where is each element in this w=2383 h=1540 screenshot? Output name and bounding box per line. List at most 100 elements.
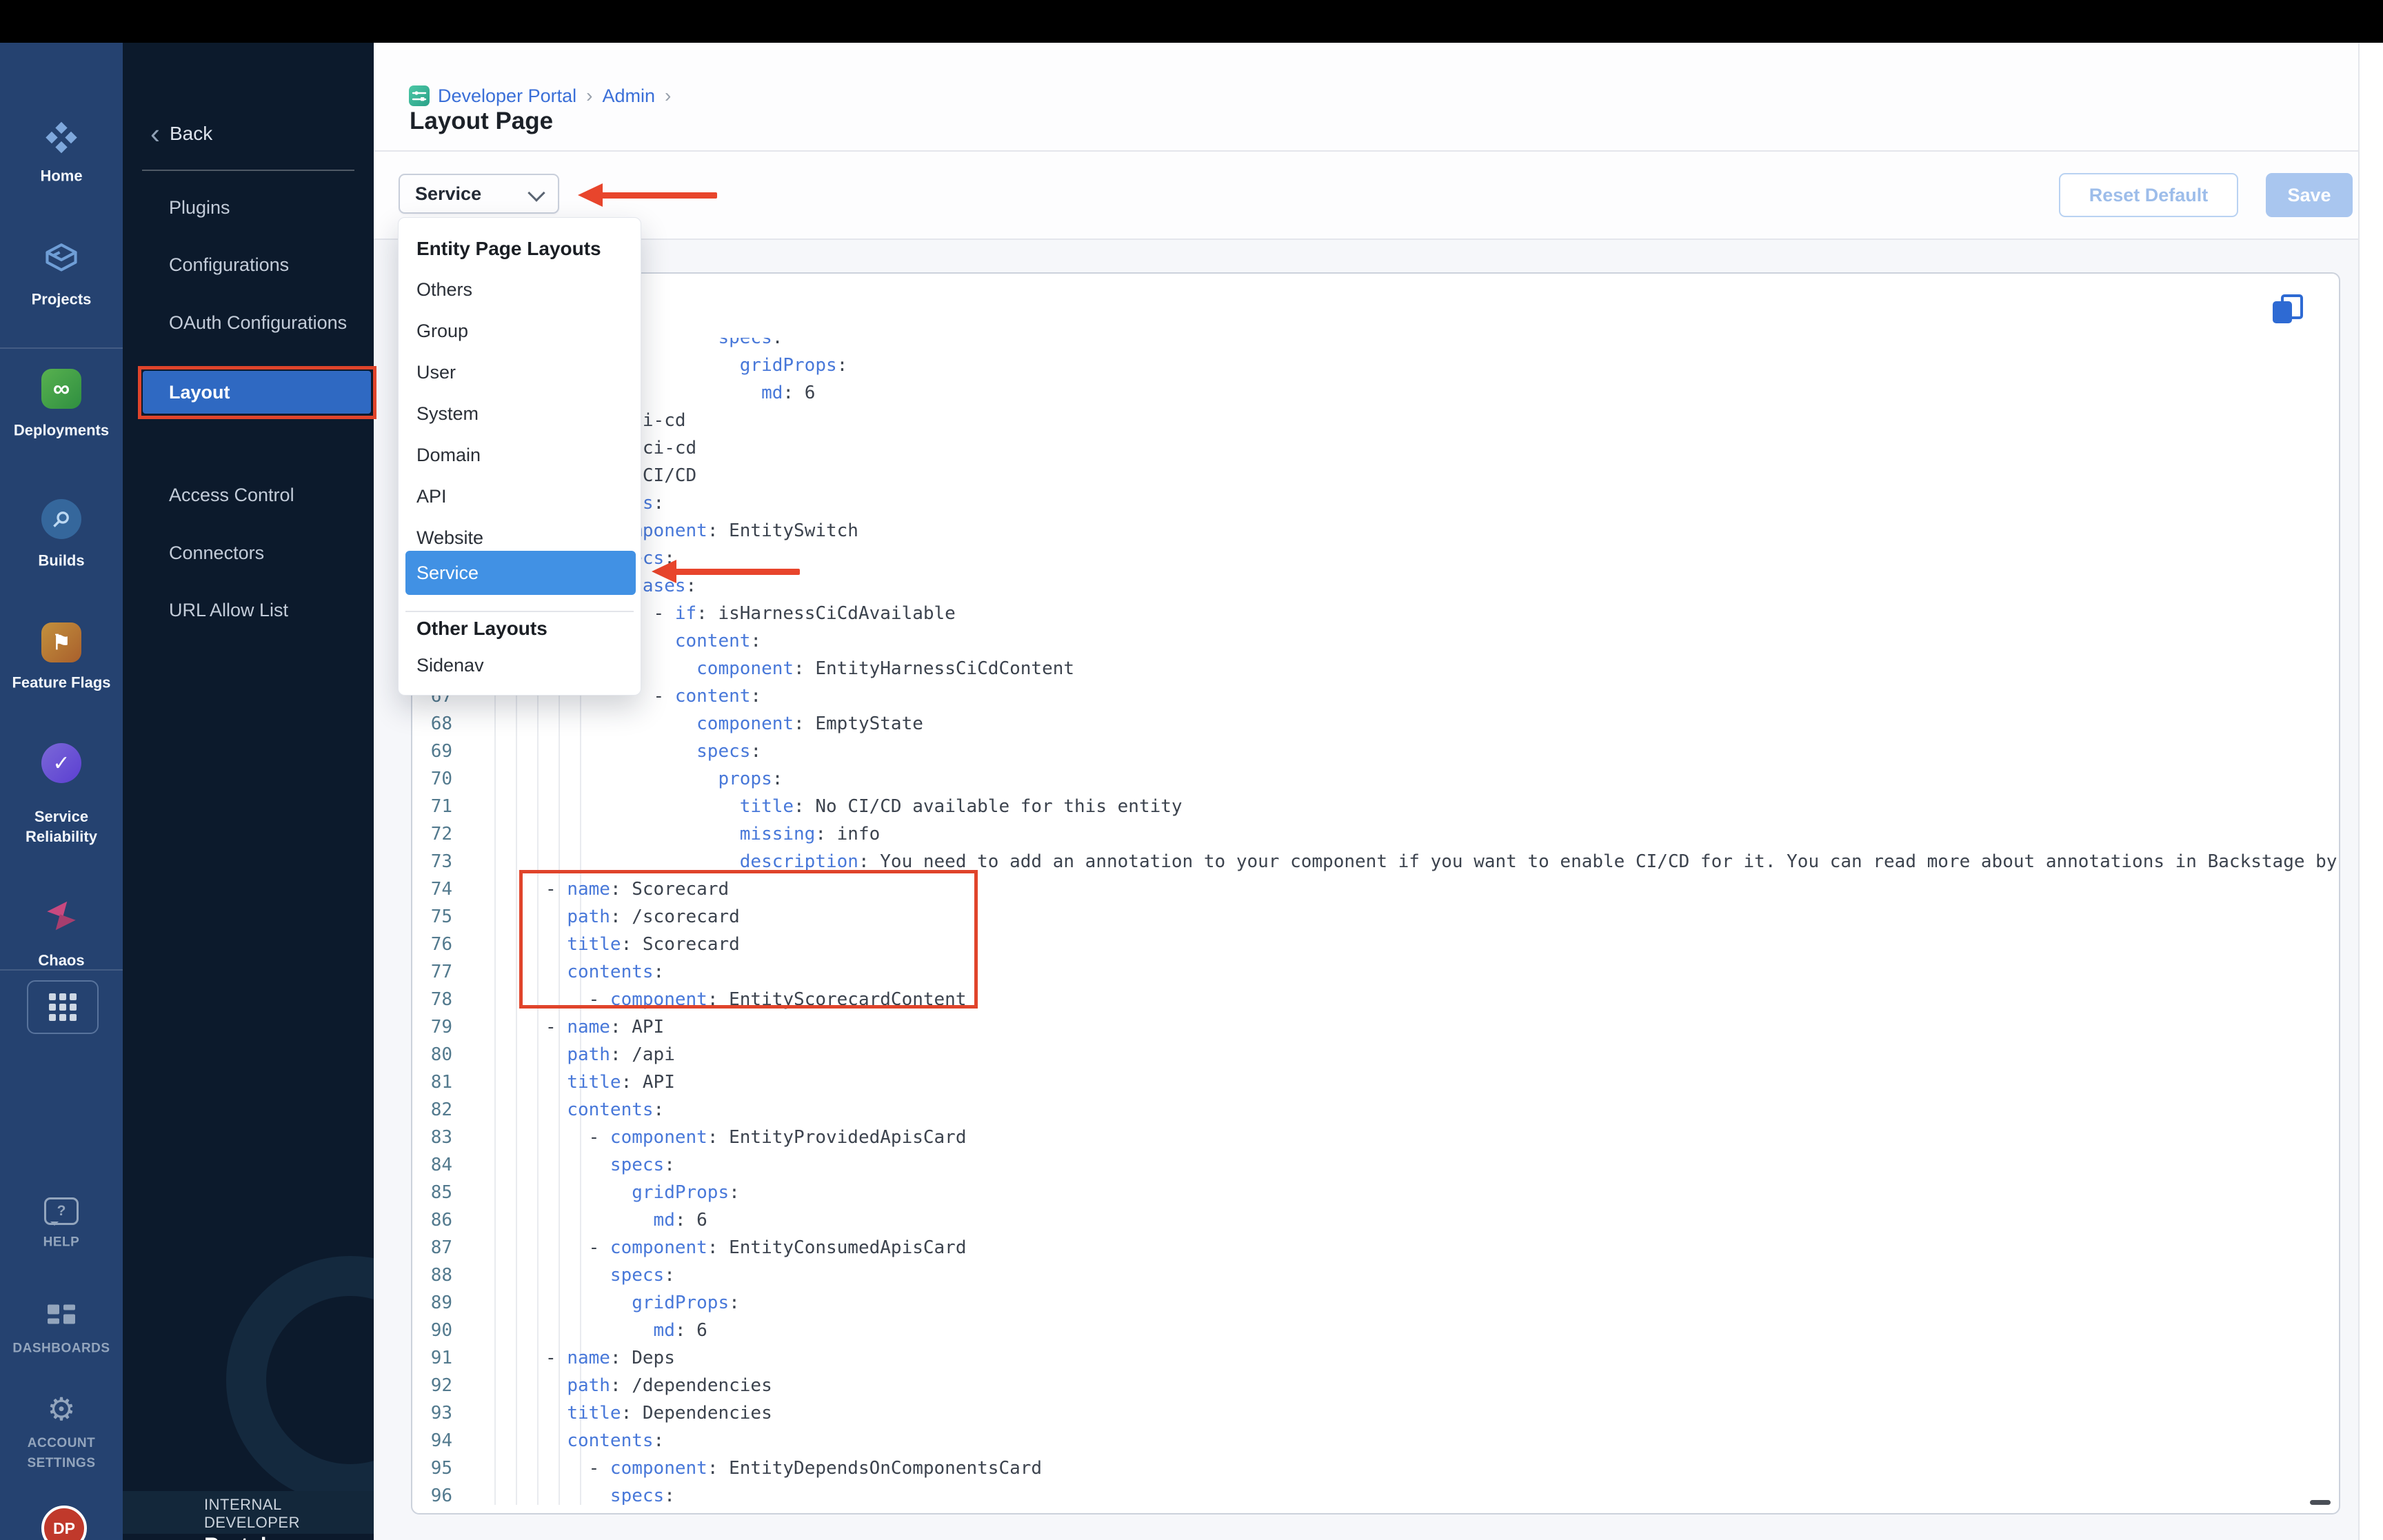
breadcrumb-developer-portal[interactable]: Developer Portal	[438, 85, 576, 107]
code-line: 80 path: /api	[430, 1044, 675, 1065]
builds-icon	[41, 499, 81, 539]
code-line: 66 component: EntityHarnessCiCdContent	[431, 658, 1075, 679]
code-line: 58 path: /ci-cd	[431, 438, 697, 458]
sidebar-item-configurations[interactable]: Configurations	[123, 236, 374, 294]
save-button[interactable]: Save	[2266, 173, 2353, 217]
code-line: 96 specs:	[430, 1486, 675, 1505]
user-avatar[interactable]: DP	[41, 1506, 87, 1540]
back-button[interactable]: ‹ Back	[150, 117, 212, 150]
module-rail: Home Projects ∞ Deployments Builds ⚑ Fea…	[0, 43, 123, 1540]
entity-type-select[interactable]: Service	[399, 174, 559, 214]
deployments-icon: ∞	[41, 369, 81, 409]
annotation-arrow-menu	[652, 560, 676, 583]
editor-hscrollbar-thumb[interactable]	[2310, 1500, 2331, 1505]
code-line: 82 contents:	[430, 1100, 665, 1120]
code-line: 69 specs:	[430, 741, 762, 762]
reset-default-button[interactable]: Reset Default	[2059, 173, 2238, 217]
code-line: 90 md: 6	[430, 1320, 707, 1341]
code-line: 67 - content:	[430, 686, 762, 707]
code-line: 59 title: CI/CD	[431, 465, 697, 486]
code-line: 92 path: /dependencies	[430, 1375, 772, 1396]
menu-item-user[interactable]: User	[399, 352, 641, 393]
rail-divider	[0, 347, 123, 349]
code-line: 61 - component: EntitySwitch	[431, 520, 858, 541]
menu-group-other-layouts: Other Layouts	[416, 618, 547, 639]
code-line: 94 contents:	[430, 1430, 665, 1451]
code-line: 79- name: API	[430, 1017, 665, 1037]
code-line: 57- name: ci-cd	[431, 410, 686, 431]
menu-item-group[interactable]: Group	[399, 311, 641, 352]
code-line: 72 missing: info	[430, 824, 881, 844]
projects-icon	[41, 239, 81, 282]
chevron-left-icon: ‹	[150, 117, 160, 150]
menu-item-sidenav[interactable]: Sidenav	[399, 645, 641, 686]
code-line: 68 component: EmptyState	[430, 713, 923, 734]
admin-sidebar: ‹ Back Plugins Configurations OAuth Conf…	[123, 43, 374, 1540]
brand-logo: INTERNAL DEVELOPER Portal	[204, 1496, 300, 1540]
code-line: 93 title: Dependencies	[430, 1403, 772, 1424]
menu-item-others[interactable]: Others	[399, 270, 641, 310]
sidebar-item-plugins[interactable]: Plugins	[123, 179, 374, 236]
code-line: 89 gridProps:	[430, 1293, 740, 1313]
chevron-down-icon	[527, 184, 545, 202]
sidebar-item-access-control[interactable]: Access Control	[123, 467, 374, 525]
annotation-arrow-toolbar	[578, 183, 603, 207]
code-line: 55 gridProps:	[431, 355, 848, 376]
code-line: 60 contents:	[431, 493, 665, 514]
menu-divider	[405, 611, 634, 612]
sidebar-divider	[142, 170, 354, 171]
menu-item-service-selected[interactable]: Service	[405, 551, 636, 595]
sidebar-item-url-allow-list[interactable]: URL Allow List	[123, 582, 374, 640]
menu-item-domain[interactable]: Domain	[399, 435, 641, 476]
code-line: 62 specs:	[431, 548, 675, 569]
header-divider	[374, 150, 2358, 152]
code-line: 54 specs:	[431, 338, 783, 348]
menu-group-entity-page-layouts: Entity Page Layouts	[416, 238, 601, 259]
home-icon	[41, 118, 81, 161]
page-title: Layout Page	[410, 108, 554, 134]
code-line: 91- name: Deps	[430, 1348, 675, 1368]
annotation-box-scorecard	[519, 870, 978, 1009]
code-line: 65 content:	[431, 631, 762, 651]
toolbar-divider	[374, 239, 2358, 240]
code-line: 63 cases:	[431, 576, 697, 596]
menu-item-system[interactable]: System	[399, 394, 641, 434]
gear-icon: ⚙	[47, 1391, 76, 1427]
code-line: 86 md: 6	[430, 1210, 707, 1230]
code-line: 81 title: API	[430, 1072, 675, 1093]
code-line: 87 - component: EntityConsumedApisCard	[430, 1237, 967, 1258]
annotation-box-layout	[138, 366, 376, 419]
module-picker-button[interactable]	[27, 980, 99, 1034]
nine-dot-grid-icon	[49, 993, 77, 1021]
chevron-right-icon: ›	[664, 85, 672, 106]
code-line: 88 specs:	[430, 1265, 675, 1286]
code-line: 56 md: 6	[431, 383, 816, 403]
dashboards-icon	[48, 1304, 75, 1332]
code-line: 85 gridProps:	[430, 1182, 740, 1203]
copy-icon[interactable]	[2273, 294, 2303, 326]
chevron-right-icon: ›	[586, 85, 593, 106]
code-line: 70 props:	[430, 769, 783, 789]
entity-type-menu: Entity Page Layouts Others Group User Sy…	[398, 217, 641, 696]
code-line: 84 specs:	[430, 1155, 675, 1175]
sidebar-item-oauth-configurations[interactable]: OAuth Configurations	[123, 294, 374, 352]
help-icon: ?	[44, 1197, 79, 1226]
feature-flags-icon: ⚑	[41, 622, 81, 662]
page-scrollbar[interactable]	[2358, 43, 2383, 1540]
code-line: 71 title: No CI/CD available for this en…	[430, 796, 1183, 817]
breadcrumb: Developer Portal › Admin ›	[438, 85, 681, 106]
top-black-bar	[0, 0, 2383, 43]
decor-ring	[226, 1256, 374, 1504]
chaos-icon	[41, 896, 81, 940]
code-line: 95 - component: EntityDependsOnComponent…	[430, 1458, 1043, 1479]
rail-divider	[0, 969, 123, 971]
breadcrumb-admin[interactable]: Admin	[602, 85, 655, 107]
annotation-arrow-menu-shaft	[674, 569, 800, 575]
code-line: 83 - component: EntityProvidedApisCard	[430, 1127, 967, 1148]
menu-item-api[interactable]: API	[399, 476, 641, 517]
code-line: 64 - if: isHarnessCiCdAvailable	[431, 603, 956, 624]
developer-portal-icon	[409, 85, 430, 106]
sidebar-item-connectors[interactable]: Connectors	[123, 524, 374, 582]
annotation-arrow-toolbar-shaft	[600, 192, 717, 199]
service-reliability-icon: ✓	[41, 743, 81, 783]
